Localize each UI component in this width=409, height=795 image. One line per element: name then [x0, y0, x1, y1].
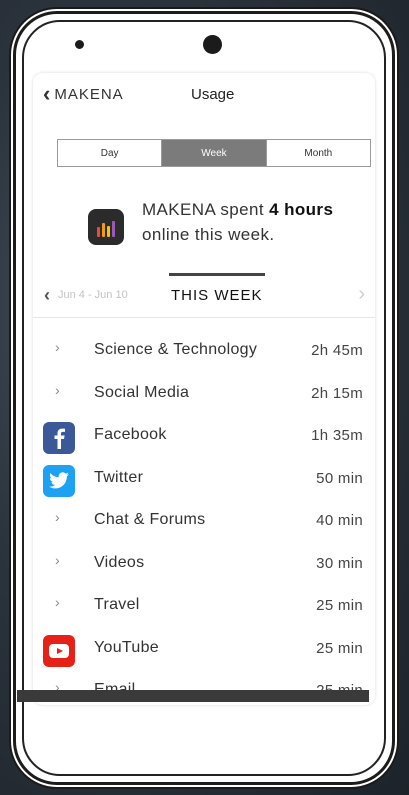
list-item-twitter[interactable]: Twitter 50 min [33, 457, 375, 500]
screen-bottom-bar [17, 690, 369, 702]
list-item-travel[interactable]: › Travel 25 min [33, 584, 375, 627]
next-week-button[interactable]: › [358, 283, 365, 306]
back-button[interactable]: ‹ MAKENA [43, 81, 124, 106]
list-item-youtube[interactable]: YouTube 25 min [33, 627, 375, 670]
segment-month[interactable]: Month [265, 140, 370, 166]
summary-prefix: MAKENA spent [142, 200, 270, 219]
chevron-right-icon: › [55, 594, 60, 610]
item-duration: 50 min [316, 469, 363, 487]
sensor-dot [75, 40, 84, 49]
list-item-videos[interactable]: › Videos 30 min [33, 542, 375, 585]
youtube-icon [43, 634, 75, 667]
chevron-right-icon: › [55, 551, 60, 568]
nav-bar: ‹ MAKENA Usage [33, 73, 375, 119]
back-label: MAKENA [54, 85, 124, 103]
list-item-chat-forums[interactable]: › Chat & Forums 40 min [33, 499, 375, 542]
item-duration: 40 min [316, 512, 363, 529]
chevron-right-icon: › [55, 339, 60, 355]
usage-list: › Science & Technology 2h 45m › Social M… [33, 329, 375, 705]
item-name: Videos [94, 553, 145, 571]
period-segmented-control: Day Week Month [57, 139, 371, 167]
previous-week-range[interactable]: Jun 4 - Jun 10 [58, 289, 128, 301]
front-camera [203, 35, 222, 54]
segment-week[interactable]: Week [161, 140, 266, 166]
summary-text: MAKENA spent 4 hours online this week. [142, 197, 333, 247]
chevron-right-icon: › [55, 381, 60, 398]
item-duration: 25 min [316, 597, 363, 614]
week-navigator: ‹ Jun 4 - Jun 10 THIS WEEK › [33, 273, 375, 318]
facebook-icon [43, 422, 75, 454]
list-item-social-media[interactable]: › Social Media 2h 15m [33, 372, 375, 415]
item-name: Social Media [94, 383, 190, 401]
item-duration: 2h 45m [311, 342, 363, 359]
usage-screen: ‹ MAKENA Usage Day Week Month MAKENA spe… [33, 73, 375, 705]
summary-highlight: 4 hours [269, 200, 334, 219]
item-name: Science & Technology [94, 341, 258, 358]
item-name: YouTube [94, 638, 159, 656]
segment-day[interactable]: Day [58, 140, 161, 166]
list-item-science-technology[interactable]: › Science & Technology 2h 45m [33, 329, 375, 372]
item-duration: 1h 35m [311, 427, 363, 444]
chevron-right-icon: › [55, 509, 60, 525]
item-duration: 2h 15m [311, 384, 363, 402]
previous-week-button[interactable]: ‹ [44, 285, 50, 306]
page-title: Usage [191, 86, 235, 103]
current-week-label: THIS WEEK [171, 287, 263, 304]
week-indicator [169, 273, 265, 276]
item-name: Travel [94, 596, 140, 613]
item-name: Twitter [94, 468, 144, 486]
item-duration: 30 min [316, 554, 363, 572]
chevron-left-icon: ‹ [43, 81, 52, 106]
bar-chart-icon [88, 209, 124, 245]
twitter-icon [43, 464, 75, 497]
usage-summary: MAKENA spent 4 hours online this week. [88, 197, 333, 247]
item-duration: 25 min [316, 639, 363, 657]
phone-frame: ‹ MAKENA Usage Day Week Month MAKENA spe… [13, 11, 395, 785]
list-item-facebook[interactable]: Facebook 1h 35m [33, 414, 375, 457]
item-name: Facebook [94, 426, 167, 443]
summary-suffix: online this week. [142, 225, 275, 244]
item-name: Chat & Forums [94, 511, 206, 528]
